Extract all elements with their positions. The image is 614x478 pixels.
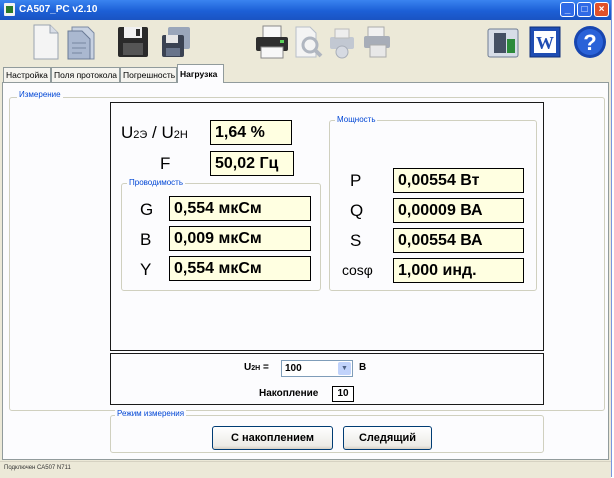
u2n-unit: В — [359, 362, 367, 373]
accumulation-label: Накопление — [259, 388, 319, 399]
tab-load[interactable]: Нагрузка — [177, 64, 224, 83]
conductance-b-value: 0,009 мкСм — [169, 226, 311, 251]
frequency-label: F — [160, 154, 171, 173]
print-preview-icon[interactable] — [292, 23, 324, 61]
window-title: CA507_PC v2.10 — [19, 4, 98, 15]
conductance-y-value: 0,554 мкСм — [169, 256, 311, 281]
measurement-legend: Измерение — [17, 90, 63, 99]
connect-device-icon[interactable] — [486, 23, 520, 61]
power-q-label: Q — [350, 201, 364, 220]
frequency-value: 50,02 Гц — [210, 151, 294, 176]
toolbar: W ? — [0, 20, 611, 64]
main-window: CA507_PC v2.10 _ □ × W ? Настройка Поля … — [0, 0, 612, 478]
conductance-g-label: G — [140, 200, 154, 219]
open-document-icon[interactable] — [66, 23, 98, 61]
mode-legend: Режим измерения — [115, 409, 187, 418]
title-bar[interactable]: CA507_PC v2.10 _ □ × — [0, 0, 611, 20]
tracking-mode-button[interactable]: Следящий — [343, 426, 432, 450]
new-document-icon[interactable] — [30, 23, 62, 61]
power-cos-label: cosφ — [342, 262, 373, 278]
power-p-value: 0,00554 Вт — [393, 168, 524, 193]
power-s-label: S — [350, 231, 362, 250]
u-ratio-value: 1,64 % — [210, 120, 292, 145]
accumulation-input[interactable]: 10 — [332, 386, 354, 402]
chevron-down-icon[interactable]: ▼ — [338, 362, 351, 375]
printer-icon[interactable] — [254, 23, 290, 61]
word-export-icon[interactable]: W — [528, 23, 562, 61]
tab-protocol-fields[interactable]: Поля протокола — [51, 67, 120, 82]
accumulate-mode-button[interactable]: С накоплением — [212, 426, 333, 450]
status-text: Подключен СА507 N711 — [4, 465, 71, 471]
power-p-label: P — [350, 171, 362, 190]
u2n-select-value: 100 — [285, 363, 302, 374]
printer-setup-icon[interactable] — [362, 23, 394, 61]
power-legend: Мощность — [335, 115, 378, 124]
u-ratio-label: U2Э / U2Н — [121, 123, 188, 142]
app-icon — [4, 3, 15, 16]
close-button[interactable]: × — [594, 2, 609, 17]
save-as-icon[interactable] — [160, 23, 194, 61]
help-icon[interactable]: ? — [572, 23, 608, 61]
u2n-select[interactable]: 100 ▼ — [281, 360, 353, 377]
conductance-legend: Проводимость — [127, 178, 185, 187]
tab-error[interactable]: Погрешность — [120, 67, 177, 82]
status-bar: Подключен СА507 N711 — [0, 461, 611, 478]
word-letter: W — [536, 33, 554, 53]
help-glyph: ? — [583, 30, 596, 55]
tab-panel-load: Измерение U2Э / U2Н 1,64 % F 50,02 Гц Пр… — [2, 82, 609, 460]
u2n-label: U2Н = — [244, 362, 269, 373]
minimize-button[interactable]: _ — [560, 2, 575, 17]
power-cos-value: 1,000 инд. — [393, 258, 524, 283]
print-settings-icon[interactable] — [326, 23, 358, 61]
tab-strip: Настройка Поля протокола Погрешность Наг… — [0, 64, 611, 83]
tab-settings[interactable]: Настройка — [3, 67, 51, 82]
conductance-y-label: Y — [140, 260, 152, 279]
conductance-b-label: B — [140, 230, 152, 249]
power-s-value: 0,00554 ВА — [393, 228, 524, 253]
power-q-value: 0,00009 ВА — [393, 198, 524, 223]
save-icon[interactable] — [116, 23, 150, 61]
conductance-g-value: 0,554 мкСм — [169, 196, 311, 221]
maximize-button[interactable]: □ — [577, 2, 592, 17]
